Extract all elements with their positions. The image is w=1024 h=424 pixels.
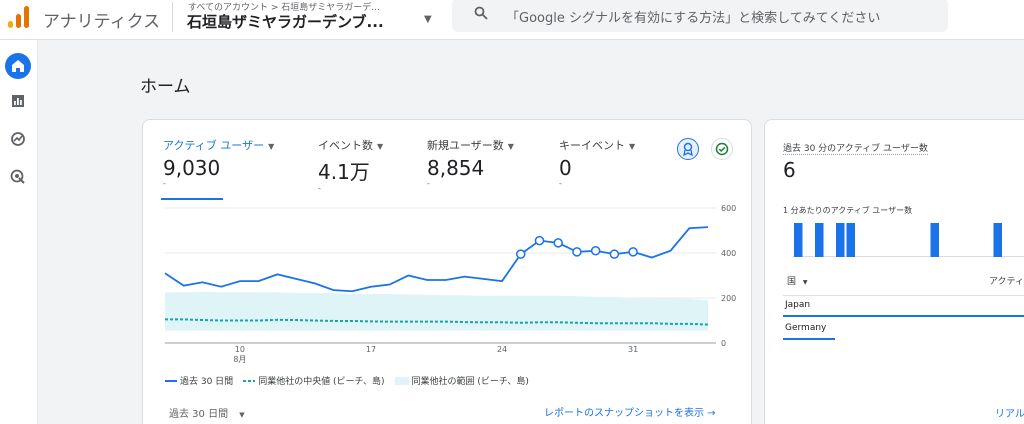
page-title: ホーム <box>140 77 191 97</box>
metric-active-users[interactable]: アクティブ ユーザー ▼ 9,030 - <box>163 137 274 188</box>
explore-icon <box>11 132 25 146</box>
overview-card: アクティブ ユーザー ▼ 9,030 - イベント数 ▼ 4.1万 - 新規ユーザー… <box>142 119 752 424</box>
legend-label: 過去 30 日間 <box>180 377 234 387</box>
realtime-value: 6 <box>783 158 796 182</box>
per-minute-bar <box>846 223 855 257</box>
y-tick-label: 400 <box>721 249 736 258</box>
data-point-marker <box>516 249 526 259</box>
chart-legend: 過去 30 日間 同業他社の中央値 (ビーチ、島) 同業他社の範囲 (ビーチ、島… <box>165 374 529 387</box>
view-report-snapshot-link[interactable]: レポートのスナップショットを表示 → <box>544 404 716 419</box>
data-point-marker <box>590 246 601 256</box>
realtime-report-link[interactable]: リアル <box>995 405 1024 420</box>
nav-reports[interactable] <box>5 88 31 114</box>
active-users-line <box>164 226 709 293</box>
metric-value: 9,030 <box>163 156 221 180</box>
caret-down-icon: ▼ <box>268 142 275 151</box>
metric-label: アクティブ ユーザー <box>163 139 265 152</box>
realtime-card: 過去 30 分のアクティブ ユーザー数 6 1 分あたりのアクティブ ユーザー数… <box>764 119 1024 424</box>
caret-down-icon[interactable]: ▼ <box>424 14 432 25</box>
country-share-bar <box>783 338 836 340</box>
search-icon <box>474 6 488 20</box>
caret-down-icon: ▼ <box>629 142 636 151</box>
country-row: Germany <box>785 323 827 333</box>
app-title: アナリティクス <box>43 12 161 32</box>
data-point-marker <box>553 238 563 248</box>
nav-advertising[interactable] <box>5 164 31 190</box>
date-range-label: 過去 30 日間 <box>169 409 229 420</box>
y-tick-label: 0 <box>721 339 726 348</box>
x-tick-label: 31 <box>628 345 638 354</box>
metric-value: 4.1万 <box>318 160 370 184</box>
legend-label: 同業他社の範囲 (ビーチ、島) <box>411 377 529 387</box>
x-tick-label: 24 <box>497 345 507 354</box>
data-point-marker <box>628 247 638 257</box>
advertising-icon <box>10 169 25 184</box>
metric-event-count[interactable]: イベント数 ▼ 4.1万 - <box>318 137 383 193</box>
metric-change: - <box>427 179 430 188</box>
metric-new-users[interactable]: 新規ユーザー数 ▼ 8,854 - <box>427 137 514 188</box>
country-column-header[interactable]: 国 ▼ <box>787 274 808 287</box>
nav-explore[interactable] <box>5 126 31 152</box>
left-nav-rail <box>0 40 38 424</box>
country-row: Japan <box>785 300 811 310</box>
per-minute-bar <box>930 223 939 257</box>
legend-label: 同業他社の中央値 (ビーチ、島) <box>258 377 385 387</box>
country-header-label: 国 <box>787 277 797 287</box>
divider <box>783 295 1024 296</box>
data-point-marker <box>609 249 620 259</box>
top-bar: アナリティクス すべてのアカウント > 石垣島ザミヤラガーデ... 石垣島ザミヤ… <box>0 0 1024 40</box>
y-tick-label: 200 <box>721 294 736 303</box>
y-tick-label: 600 <box>721 204 736 213</box>
data-point-marker <box>572 247 582 257</box>
per-minute-bar <box>794 223 803 257</box>
metric-value: 0 <box>559 156 572 180</box>
x-tick-label: 10 <box>235 345 245 354</box>
property-selector[interactable]: 石垣島ザミヤラガーデンブ... <box>187 11 384 32</box>
metric-label: 新規ユーザー数 <box>427 139 504 152</box>
caret-down-icon: ▼ <box>507 142 514 151</box>
divider <box>172 2 173 32</box>
overview-line-chart: 600 400 200 0 108月 17 24 31 <box>164 204 736 364</box>
date-range-selector[interactable]: 過去 30 日間 ▼ <box>169 405 245 420</box>
per-minute-bar <box>993 223 1002 257</box>
per-minute-bar-chart <box>793 223 1024 257</box>
per-minute-bar <box>815 223 824 257</box>
home-icon <box>12 60 24 72</box>
metric-key-events[interactable]: キーイベント ▼ 0 - <box>559 137 635 188</box>
x-tick-label: 17 <box>366 345 376 354</box>
per-minute-label: 1 分あたりのアクティブ ユーザー数 <box>783 206 913 215</box>
per-minute-bar <box>836 223 845 257</box>
metric-change: - <box>318 184 321 193</box>
metric-value: 8,854 <box>427 156 485 180</box>
country-share-bar <box>783 315 1024 317</box>
insights-icon[interactable] <box>677 138 699 160</box>
caret-down-icon: ▼ <box>239 411 245 419</box>
nav-home[interactable] <box>5 53 31 79</box>
legend-current: 過去 30 日間 <box>165 374 233 387</box>
metric-change: - <box>559 179 562 188</box>
search-bar[interactable]: 「Google シグナルを有効にする方法」と検索してみてください <box>452 0 948 32</box>
legend-range: 同業他社の範囲 (ビーチ、島) <box>394 374 529 387</box>
analytics-logo-icon[interactable] <box>8 6 32 28</box>
caret-down-icon: ▼ <box>802 279 808 286</box>
x-tick-label: 8月 <box>233 355 246 364</box>
reports-icon <box>12 95 24 107</box>
check-circle-icon[interactable] <box>711 138 733 160</box>
metric-label: イベント数 <box>318 139 373 152</box>
legend-median: 同業他社の中央値 (ビーチ、島) <box>243 374 385 387</box>
caret-down-icon: ▼ <box>377 142 384 151</box>
realtime-title: 過去 30 分のアクティブ ユーザー数 <box>783 141 928 155</box>
metric-label: キーイベント <box>559 139 625 152</box>
metric-change: - <box>163 179 166 188</box>
users-column-header: アクティ <box>989 277 1024 287</box>
search-placeholder: 「Google シグナルを有効にする方法」と検索してみてください <box>506 11 881 26</box>
data-point-marker <box>534 235 545 246</box>
